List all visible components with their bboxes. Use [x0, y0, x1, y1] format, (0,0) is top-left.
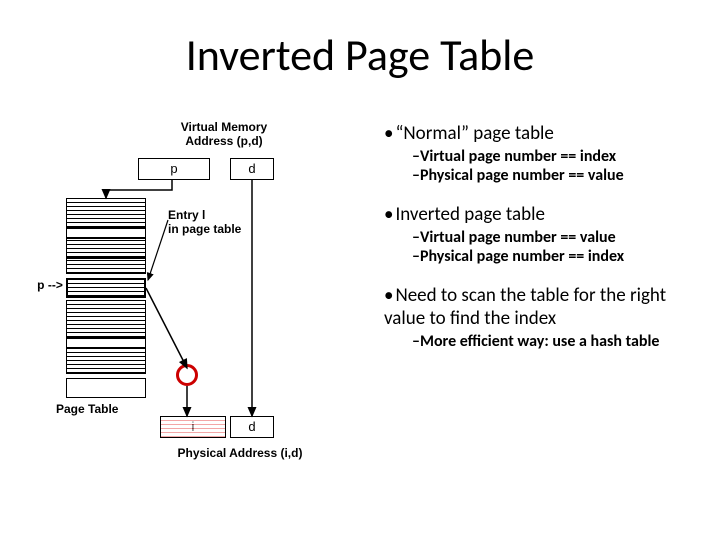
- normal-sub1: –Virtual page number == index: [412, 147, 704, 166]
- normal-sub1-text: Virtual page number == index: [420, 147, 616, 166]
- scan-sub1: –More efficient way: use a hash table: [412, 332, 704, 351]
- normal-sub2-text: Physical page number == value: [420, 166, 624, 185]
- scan-sub1-text: More efficient way: use a hash table: [420, 332, 659, 351]
- inverted-sub2: –Physical page number == index: [412, 247, 704, 266]
- inverted-sub1: –Virtual page number == value: [412, 228, 704, 247]
- diagram-arrows: [52, 120, 382, 480]
- normal-heading: •“Normal” page table: [384, 122, 704, 145]
- inverted-sub2-text: Physical page number == index: [420, 247, 624, 266]
- scan-heading-text: Need to scan the table for the right val…: [384, 284, 666, 330]
- slide-title: Inverted Page Table: [0, 28, 720, 82]
- inverted-heading-text: Inverted page table: [395, 203, 544, 226]
- inverted-sub1-text: Virtual page number == value: [420, 228, 616, 247]
- bullet-content: •“Normal” page table –Virtual page numbe…: [384, 122, 704, 351]
- scan-heading: •Need to scan the table for the right va…: [384, 284, 704, 330]
- inverted-page-table-diagram: Virtual Memory Address (p,d) p d Entry l…: [52, 120, 382, 480]
- inverted-heading: •Inverted page table: [384, 203, 704, 226]
- normal-heading-text: “Normal” page table: [395, 122, 553, 145]
- normal-sub2: –Physical page number == value: [412, 166, 704, 185]
